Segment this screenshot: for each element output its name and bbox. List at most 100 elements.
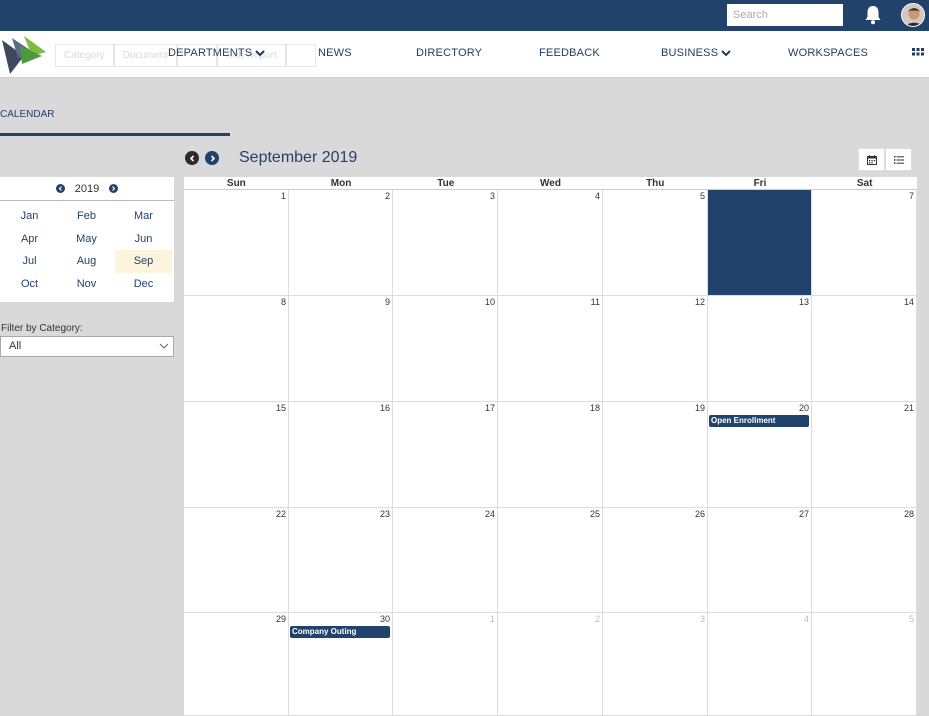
- month-option-nov[interactable]: Nov: [58, 273, 115, 296]
- filter-value: All: [9, 340, 22, 352]
- day-cell[interactable]: 12: [603, 296, 708, 402]
- day-cell[interactable]: 8: [184, 296, 289, 402]
- nav-label: WORKSPACES: [788, 47, 869, 59]
- day-cell[interactable]: 7: [812, 190, 917, 296]
- day-number: 2: [384, 191, 390, 201]
- day-number: 21: [903, 403, 914, 413]
- day-number: 5: [699, 191, 705, 201]
- day-number: 8: [280, 297, 286, 307]
- chevron-right-icon: [112, 186, 116, 191]
- day-number: 11: [590, 297, 600, 307]
- day-cell[interactable]: 29: [184, 613, 289, 716]
- next-year-button[interactable]: [109, 184, 119, 193]
- nav-label: FEEDBACK: [539, 47, 600, 59]
- day-cell[interactable]: 23: [289, 508, 393, 613]
- day-number: 29: [275, 614, 286, 624]
- day-cell[interactable]: 5: [812, 613, 917, 716]
- day-cell[interactable]: 21: [812, 402, 917, 508]
- chevron-down-icon: [159, 343, 169, 349]
- day-cell[interactable]: 4: [708, 613, 812, 716]
- day-cell[interactable]: 19: [603, 402, 708, 508]
- day-number: 13: [798, 297, 809, 307]
- chevron-left-icon: [58, 186, 62, 191]
- day-cell[interactable]: 1: [184, 190, 289, 296]
- month-option-may[interactable]: May: [58, 228, 115, 251]
- day-cell[interactable]: 26: [603, 508, 708, 613]
- weekday-label: Thu: [646, 178, 665, 189]
- category-filter-select[interactable]: All: [0, 336, 174, 357]
- search-input[interactable]: [727, 4, 843, 26]
- day-cell[interactable]: 4: [498, 190, 603, 296]
- day-number: 12: [694, 297, 705, 307]
- main-nav: Category Document Sub Report DEPARTMENTS…: [0, 31, 929, 78]
- list-view-button[interactable]: [885, 148, 912, 171]
- day-cell[interactable]: 2: [289, 190, 393, 296]
- day-cell[interactable]: 14: [812, 296, 917, 402]
- day-cell[interactable]: 13: [708, 296, 812, 402]
- list-icon: [893, 155, 904, 164]
- day-cell[interactable]: 5: [603, 190, 708, 296]
- calendar-event[interactable]: Open Enrollment: [709, 415, 809, 427]
- day-number: 18: [589, 403, 600, 413]
- day-number: 28: [903, 509, 914, 519]
- day-number: 5: [908, 614, 914, 624]
- nav-departments[interactable]: DEPARTMENTS: [168, 47, 266, 59]
- day-cell[interactable]: 27: [708, 508, 812, 613]
- day-cell[interactable]: 17: [393, 402, 498, 508]
- month-option-dec[interactable]: Dec: [115, 273, 172, 296]
- title-underline: [0, 133, 230, 136]
- day-cell[interactable]: 18: [498, 402, 603, 508]
- month-option-jun[interactable]: Jun: [115, 228, 172, 251]
- month-option-feb[interactable]: Feb: [58, 205, 115, 228]
- day-cell[interactable]: 16: [289, 402, 393, 508]
- day-number: 2: [594, 614, 600, 624]
- month-option-sep[interactable]: Sep: [115, 250, 172, 273]
- day-number: 17: [484, 403, 495, 413]
- day-cell[interactable]: 2: [498, 613, 603, 716]
- day-number: 20: [798, 403, 809, 413]
- day-cell[interactable]: 20 Open Enrollment: [708, 402, 812, 508]
- day-number: 1: [280, 191, 286, 201]
- month-option-jul[interactable]: Jul: [1, 250, 58, 273]
- day-cell[interactable]: 9: [289, 296, 393, 402]
- day-number: 24: [484, 509, 495, 519]
- day-cell[interactable]: 24: [393, 508, 498, 613]
- month-option-aug[interactable]: Aug: [58, 250, 115, 273]
- picker-year: 2019: [74, 182, 100, 195]
- calendar-event[interactable]: Company Outing: [290, 626, 390, 638]
- day-number: 30: [379, 614, 390, 624]
- day-cell[interactable]: 10: [393, 296, 498, 402]
- day-cell[interactable]: 25: [498, 508, 603, 613]
- user-photo-icon: [902, 4, 924, 26]
- day-cell[interactable]: 22: [184, 508, 289, 613]
- nav-label: DEPARTMENTS: [168, 47, 253, 59]
- month-option-oct[interactable]: Oct: [1, 273, 58, 296]
- user-avatar[interactable]: [901, 3, 925, 27]
- day-cell[interactable]: 3: [393, 190, 498, 296]
- prev-month-button[interactable]: [185, 151, 199, 165]
- month-option-mar[interactable]: Mar: [115, 205, 172, 228]
- nav-workspaces[interactable]: WORKSPACES: [788, 47, 868, 59]
- month-option-apr[interactable]: Apr: [1, 228, 58, 251]
- app-grid-icon[interactable]: [912, 48, 924, 60]
- day-cell[interactable]: 30 Company Outing: [289, 613, 393, 716]
- month-view-button[interactable]: [858, 148, 885, 171]
- today-cell[interactable]: [708, 190, 812, 296]
- nav-business[interactable]: BUSINESS: [661, 47, 731, 59]
- next-month-button[interactable]: [205, 151, 219, 165]
- logo-icon[interactable]: [2, 34, 48, 76]
- nav-label: DIRECTORY: [416, 47, 483, 59]
- page-title: CALENDAR: [0, 109, 55, 120]
- nav-feedback[interactable]: FEEDBACK: [539, 47, 600, 59]
- day-number: 7: [908, 191, 914, 201]
- day-cell[interactable]: 3: [603, 613, 708, 716]
- nav-news[interactable]: NEWS: [318, 47, 352, 59]
- nav-directory[interactable]: DIRECTORY: [416, 47, 482, 59]
- day-cell[interactable]: 11: [498, 296, 603, 402]
- prev-year-button[interactable]: [55, 184, 65, 193]
- bell-icon[interactable]: [864, 5, 882, 25]
- day-cell[interactable]: 28: [812, 508, 917, 613]
- day-cell[interactable]: 1: [393, 613, 498, 716]
- day-cell[interactable]: 15: [184, 402, 289, 508]
- month-option-jan[interactable]: Jan: [1, 205, 58, 228]
